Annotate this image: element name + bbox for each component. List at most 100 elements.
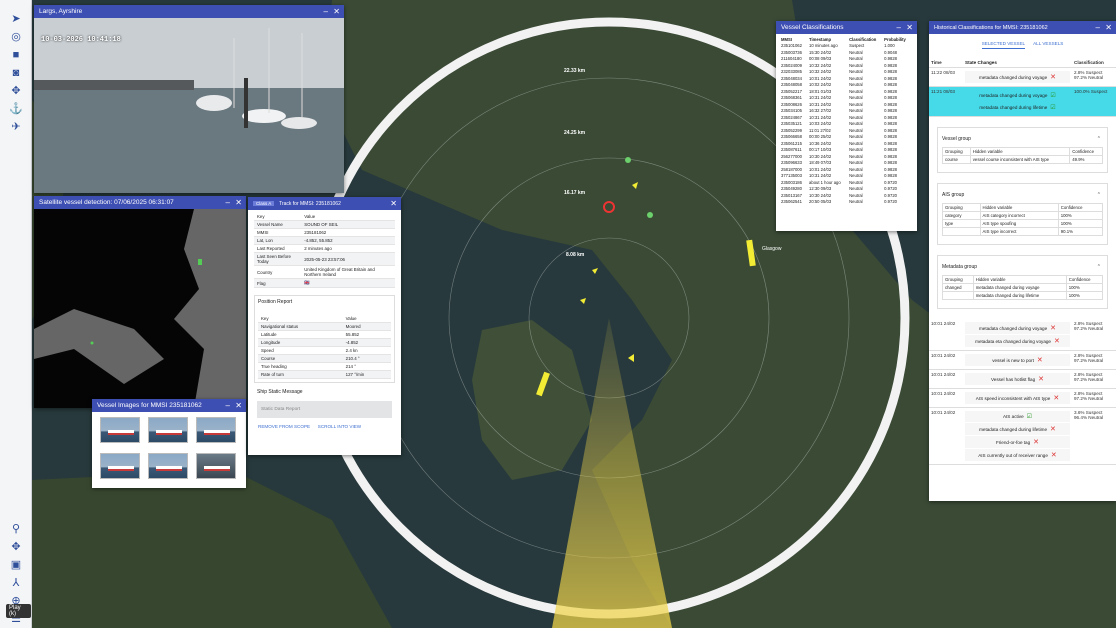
chevron-up-icon[interactable]: ⌃ [1097, 136, 1101, 142]
minimize-icon[interactable]: – [897, 21, 901, 34]
historical-top-rows: 11:22 08/03 metadata changed during voyag… [929, 68, 1116, 117]
track-titlebar[interactable]: Class A Track for MMSI: 235181062 ✕ [248, 197, 401, 210]
row-time: 10:01 24/02 [931, 410, 956, 415]
row-key: Speed [258, 346, 343, 355]
column-header: Confidence [1065, 275, 1104, 284]
table-row: course vessel course inconsistent with AI… [942, 155, 1103, 164]
state-change: AIS speed inconsistent with AIS type ✕ [965, 392, 1070, 404]
route-icon[interactable]: ⅄ [9, 576, 23, 590]
remove-from-scope-button[interactable]: REMOVE FROM SCOPE [258, 424, 310, 429]
historical-groups: Vessel group ⌃ Grouping Hidden variable Conf… [929, 127, 1116, 309]
group-header[interactable]: Metadata group ⌃ [942, 264, 1103, 270]
table-row: MMSI 235181062 [254, 228, 395, 237]
column-header: Hidden variable [969, 147, 1071, 156]
column-header: Time [931, 60, 942, 65]
chevron-up-icon[interactable]: ⌃ [1097, 264, 1101, 270]
static-data-report-button[interactable]: Static Data Report [257, 401, 392, 418]
satellite-icon[interactable]: ✥ [9, 84, 23, 98]
camera-titlebar[interactable]: Largs, Ayrshire – ✕ [34, 5, 344, 18]
historical-row[interactable]: 11:22 08/03 metadata changed during voyag… [929, 68, 1116, 87]
play-tooltip: Play (k) [6, 604, 31, 618]
satellite-small-icon[interactable]: ✥ [9, 540, 23, 554]
state-change-text: Friend-or-foe tag [995, 439, 1031, 445]
vessel-image-3[interactable] [196, 417, 236, 443]
linkedin-icon[interactable]: ▣ [9, 558, 23, 572]
classifications-titlebar[interactable]: Vessel Classifications – ✕ [776, 21, 917, 34]
table-row: category AIS category incorrect 100% [942, 211, 1104, 220]
historical-bottom-rows: 10:01 24/02 metadata changed during voyag… [929, 319, 1116, 465]
table-row: Longitude -4.852 [258, 338, 391, 347]
close-icon[interactable]: ✕ [235, 196, 242, 209]
table-row: changed metadata changed during voyage 100… [942, 283, 1104, 292]
satellite-titlebar[interactable]: Satellite vessel detection: 07/06/2025 0… [34, 196, 246, 209]
group-section: Vessel group ⌃ Grouping Hidden variable Conf… [937, 127, 1108, 173]
table-row: Navigational status Moored [258, 322, 391, 331]
row-key: Course [258, 354, 343, 363]
historical-header-row: Time State Changes Classification [929, 58, 1116, 68]
minimize-icon[interactable]: – [226, 399, 230, 412]
camera-scene [34, 18, 344, 193]
vessel-image-1[interactable] [100, 417, 140, 443]
state-change-text: metadata changed during voyage [979, 93, 1048, 98]
historical-row[interactable]: 10:01 24/02 metadata changed during voyag… [929, 319, 1116, 351]
state-change: metadata changed during voyage ☑ [965, 90, 1070, 101]
cell: AIS type incorrect [979, 227, 1059, 236]
row-value: 2025-05-23 23:57:06 [301, 252, 395, 266]
close-icon: ✕ [1050, 74, 1057, 81]
tab-all-vessels[interactable]: ALL VESSELS [1033, 41, 1063, 49]
anchor-icon[interactable]: ⚓ [9, 102, 23, 116]
navigation-icon[interactable]: ➤ [9, 12, 23, 26]
cell: metadata changed during voyage [972, 283, 1067, 292]
chevron-up-icon[interactable]: ⌃ [1097, 192, 1101, 198]
row-time: 10:01 24/02 [931, 372, 956, 377]
cell: 90.1% [1057, 227, 1104, 236]
pin-icon[interactable]: ⚲ [9, 522, 23, 536]
historical-row[interactable]: 10:01 24/02 vessel is new to port ✕ 2.8% Su… [929, 351, 1116, 370]
scroll-into-view-button[interactable]: SCROLL INTO VIEW [318, 424, 361, 429]
cell: 100% [1057, 211, 1104, 220]
satellite-dish-icon[interactable]: ✈ [9, 120, 23, 134]
historical-titlebar[interactable]: Historical Classifications for MMSI: 235… [929, 21, 1116, 34]
vessel-image-4[interactable] [100, 453, 140, 479]
cell: vessel course inconsistent with AIS type [969, 155, 1071, 164]
tab-selected-vessel[interactable]: SELECTED VESSEL [981, 41, 1026, 49]
close-icon: ✕ [1053, 395, 1060, 402]
historical-row[interactable]: 10:01 24/02 Vessel has hotlist flag ✕ 2.8% … [929, 370, 1116, 389]
row-value: 2.4 kn [342, 346, 391, 355]
historical-row[interactable]: 10:01 24/02 AIS speed inconsistent with A… [929, 389, 1116, 408]
historical-row[interactable]: 10:01 24/02 AIS active ☑ metadata changed d… [929, 408, 1116, 465]
group-header[interactable]: AIS group ⌃ [942, 192, 1103, 198]
group-header[interactable]: Vessel group ⌃ [942, 136, 1103, 142]
check-icon: ☑ [1050, 93, 1056, 99]
vessel-image-6[interactable] [196, 453, 236, 479]
minimize-icon[interactable]: – [226, 196, 230, 209]
close-icon[interactable]: ✕ [906, 21, 913, 34]
cell: changed [942, 283, 974, 292]
historical-row[interactable]: 11:21 08/03 metadata changed during voyag… [929, 87, 1116, 117]
video-icon[interactable]: ■ [9, 48, 23, 62]
close-icon[interactable]: ✕ [333, 5, 340, 18]
camera-icon[interactable]: ◙ [9, 66, 23, 80]
vessel-images-titlebar[interactable]: Vessel Images for MMSI 235181062 – ✕ [92, 399, 246, 412]
close-icon: ✕ [1033, 439, 1040, 446]
close-icon[interactable]: ✕ [1105, 21, 1112, 34]
vessel-image-2[interactable] [148, 417, 188, 443]
minimize-icon[interactable]: – [1096, 21, 1100, 34]
state-change: metadata changed during lifetime ✕ [965, 423, 1070, 435]
satellite-image [34, 209, 246, 408]
close-icon: ✕ [1050, 325, 1057, 332]
close-icon[interactable]: ✕ [390, 197, 397, 210]
group-title: Metadata group [942, 264, 978, 270]
radar-icon[interactable]: ◎ [9, 30, 23, 44]
close-icon[interactable]: ✕ [235, 399, 242, 412]
table-row: Speed 2.4 kn [258, 346, 391, 355]
table-row[interactable]: 235062541 20:50 05/03 Neutral 0.9720 [779, 199, 911, 206]
position-report-title: Position Report [258, 299, 293, 305]
vessel-image-5[interactable] [148, 453, 188, 479]
row-value: -4.852, 55.852 [301, 236, 395, 245]
check-icon: ☑ [1026, 414, 1033, 420]
state-change-text: AIS active [1002, 414, 1024, 419]
classifications-window: Vessel Classifications – ✕ MMSI Timestam… [776, 21, 917, 231]
minimize-icon[interactable]: – [324, 5, 328, 18]
row-time: 10:01 24/02 [931, 321, 956, 326]
